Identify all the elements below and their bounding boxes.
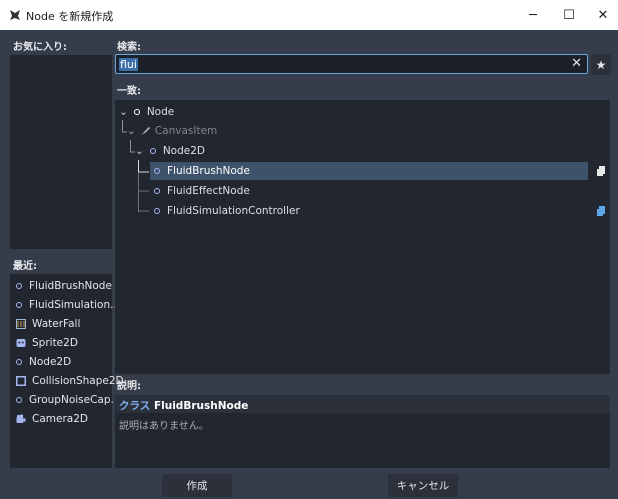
recent-item[interactable]: Camera2D [16, 410, 88, 428]
script-icon [597, 206, 605, 216]
node-circle-icon [16, 359, 22, 365]
tree-item-label: CanvasItem [154, 125, 218, 137]
maximize-icon: ☐ [563, 7, 575, 23]
tree-item-canvasitem[interactable]: ⌄ CanvasItem [127, 122, 217, 140]
node-circle-icon [154, 168, 160, 174]
minimize-icon: ─ [529, 7, 537, 23]
recent-label: 最近: [13, 261, 37, 272]
cancel-button[interactable]: キャンセル [388, 474, 458, 497]
class-name: FluidBrushNode [153, 400, 249, 412]
maximize-button[interactable]: ☐ [552, 0, 586, 30]
matches-label: 一致: [117, 86, 141, 97]
description-heading: クラス FluidBrushNode [119, 398, 248, 413]
node-circle-icon [154, 188, 160, 194]
minimize-button[interactable]: ─ [516, 0, 550, 30]
favorites-list[interactable] [10, 55, 112, 249]
recent-item[interactable]: CollisionShape2D [16, 372, 124, 390]
recent-item[interactable]: FluidSimulation... [16, 296, 120, 314]
search-input-text: flui [119, 58, 138, 71]
window-title: Node を新規作成 [26, 10, 114, 23]
recent-item[interactable]: FluidBrushNode [16, 277, 112, 295]
description-panel: クラス FluidBrushNode 説明はありません。 [115, 395, 610, 468]
recent-item[interactable]: Sprite2D [16, 334, 78, 352]
recent-item-label: GroupNoiseCap... [29, 394, 121, 406]
script-icon [597, 166, 605, 176]
sprite-icon [16, 339, 26, 347]
collapse-arrow-icon[interactable]: ⌄ [127, 125, 136, 137]
matches-tree[interactable]: ⌄ Node ⌄ CanvasItem ⌄ Node2D FluidBrushN… [115, 100, 610, 374]
toggle-favorite-button[interactable]: ★ [591, 54, 611, 75]
recent-item-label: FluidSimulation... [29, 299, 121, 311]
recent-item[interactable]: GroupNoiseCap... [16, 391, 121, 409]
tree-item-label: FluidSimulationController [167, 205, 300, 217]
recent-item-label: FluidBrushNode [29, 280, 112, 292]
brush-icon [140, 127, 150, 135]
recent-item[interactable]: WaterFall [16, 315, 80, 333]
tree-item-label: Node [146, 106, 175, 118]
recent-item[interactable]: Node2D [16, 353, 71, 371]
recent-list[interactable]: FluidBrushNode FluidSimulation... WaterF… [10, 274, 124, 468]
search-label: 検索: [117, 42, 141, 53]
tree-item-fluidsimulationcontroller[interactable]: FluidSimulationController [150, 202, 300, 220]
recent-item-label: Camera2D [32, 413, 88, 425]
recent-item-label: Node2D [29, 356, 72, 368]
description-label: 説明: [117, 381, 141, 392]
class-keyword: クラス [119, 400, 151, 412]
collapse-arrow-icon[interactable]: ⌄ [135, 145, 144, 157]
close-icon: ✕ [597, 7, 609, 23]
tree-item-node[interactable]: ⌄ Node [119, 103, 174, 121]
godot-logo-icon [10, 10, 20, 20]
node-circle-icon [154, 208, 160, 214]
node-circle-icon [133, 109, 140, 115]
title-bar: Node を新規作成 ─ ☐ ✕ [0, 0, 618, 30]
camera-icon [16, 414, 26, 423]
waterfall-icon [16, 319, 26, 329]
tree-item-label: FluidEffectNode [167, 185, 250, 197]
node-circle-icon [149, 148, 156, 154]
star-icon: ★ [595, 57, 607, 72]
clear-search-icon[interactable]: ✕ [571, 56, 582, 71]
node-circle-icon [16, 302, 22, 308]
favorites-label: お気に入り: [13, 42, 67, 53]
collision-shape-icon [16, 376, 26, 386]
recent-item-label: CollisionShape2D [32, 375, 124, 387]
create-button[interactable]: 作成 [162, 474, 232, 497]
tree-item-label: FluidBrushNode [167, 165, 250, 177]
collapse-arrow-icon[interactable]: ⌄ [119, 106, 128, 118]
description-text: 説明はありません。 [119, 421, 209, 432]
close-window-button[interactable]: ✕ [586, 0, 618, 30]
tree-item-node2d[interactable]: ⌄ Node2D [135, 142, 205, 160]
recent-item-label: WaterFall [32, 318, 81, 330]
node-circle-icon [16, 397, 22, 403]
search-input[interactable]: flui ✕ [115, 54, 588, 74]
create-node-dialog: お気に入り: 最近: FluidBrushNode FluidSimulatio… [0, 30, 618, 499]
recent-item-label: Sprite2D [32, 337, 78, 349]
tree-item-label: Node2D [162, 145, 205, 157]
tree-item-fluideffectnode[interactable]: FluidEffectNode [150, 182, 250, 200]
tree-item-fluidbrushnode[interactable]: FluidBrushNode [150, 162, 588, 180]
node-circle-icon [16, 283, 22, 289]
